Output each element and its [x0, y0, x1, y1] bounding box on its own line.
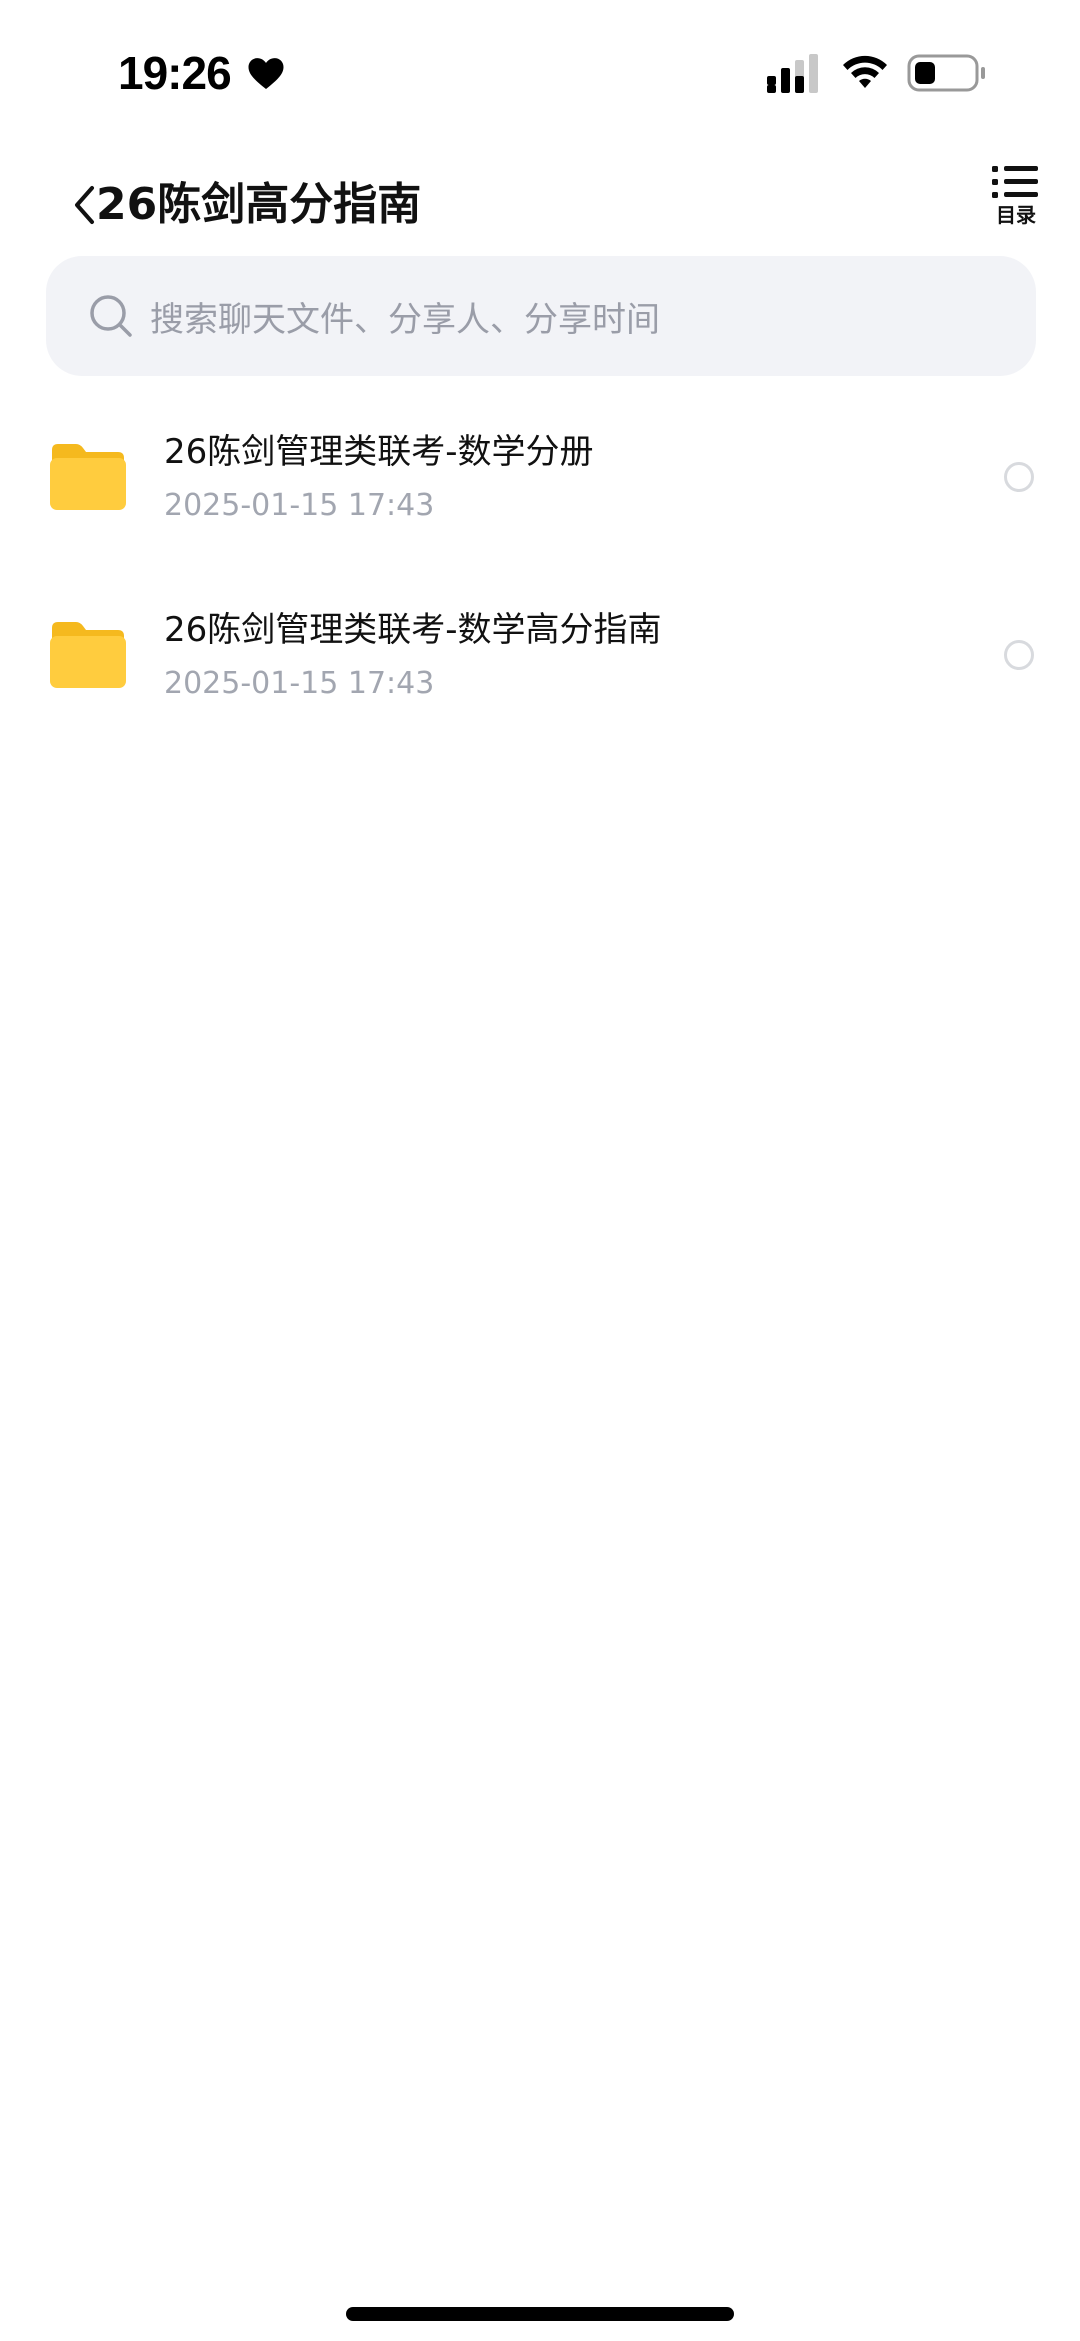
select-radio[interactable] — [1004, 640, 1034, 670]
status-bar: 19:26 — [0, 0, 1080, 150]
item-date: 2025-01-15 17:43 — [164, 488, 435, 523]
signal-icon — [767, 54, 818, 93]
folder-icon — [50, 622, 126, 688]
file-list: 26陈剑管理类联考-数学分册 2025-01-15 17:43 26陈剑管理类联… — [0, 390, 1080, 746]
search-icon — [90, 295, 132, 337]
item-name: 26陈剑管理类联考-数学高分指南 — [164, 610, 662, 650]
nav-header: 26陈剑高分指南 目录 — [0, 150, 1080, 260]
home-indicator[interactable] — [346, 2307, 734, 2321]
folder-icon — [50, 444, 126, 510]
toc-label: 目录 — [996, 203, 1036, 227]
select-radio[interactable] — [1004, 462, 1034, 492]
toc-button[interactable]: 目录 — [988, 164, 1044, 246]
item-name: 26陈剑管理类联考-数学分册 — [164, 432, 594, 472]
list-item[interactable]: 26陈剑管理类联考-数学高分指南 2025-01-15 17:43 — [0, 568, 1080, 746]
wifi-icon — [843, 55, 887, 88]
list-item[interactable]: 26陈剑管理类联考-数学分册 2025-01-15 17:43 — [0, 390, 1080, 568]
heart-icon — [248, 58, 284, 89]
page-title: 26陈剑高分指南 — [96, 179, 422, 230]
status-time: 19:26 — [118, 47, 232, 99]
list-icon — [992, 166, 1038, 198]
battery-icon — [907, 54, 985, 92]
item-date: 2025-01-15 17:43 — [164, 666, 435, 701]
chevron-left-icon — [75, 186, 94, 224]
search-input[interactable]: 搜索聊天文件、分享人、分享时间 — [46, 256, 1036, 376]
search-placeholder: 搜索聊天文件、分享人、分享时间 — [150, 299, 660, 340]
